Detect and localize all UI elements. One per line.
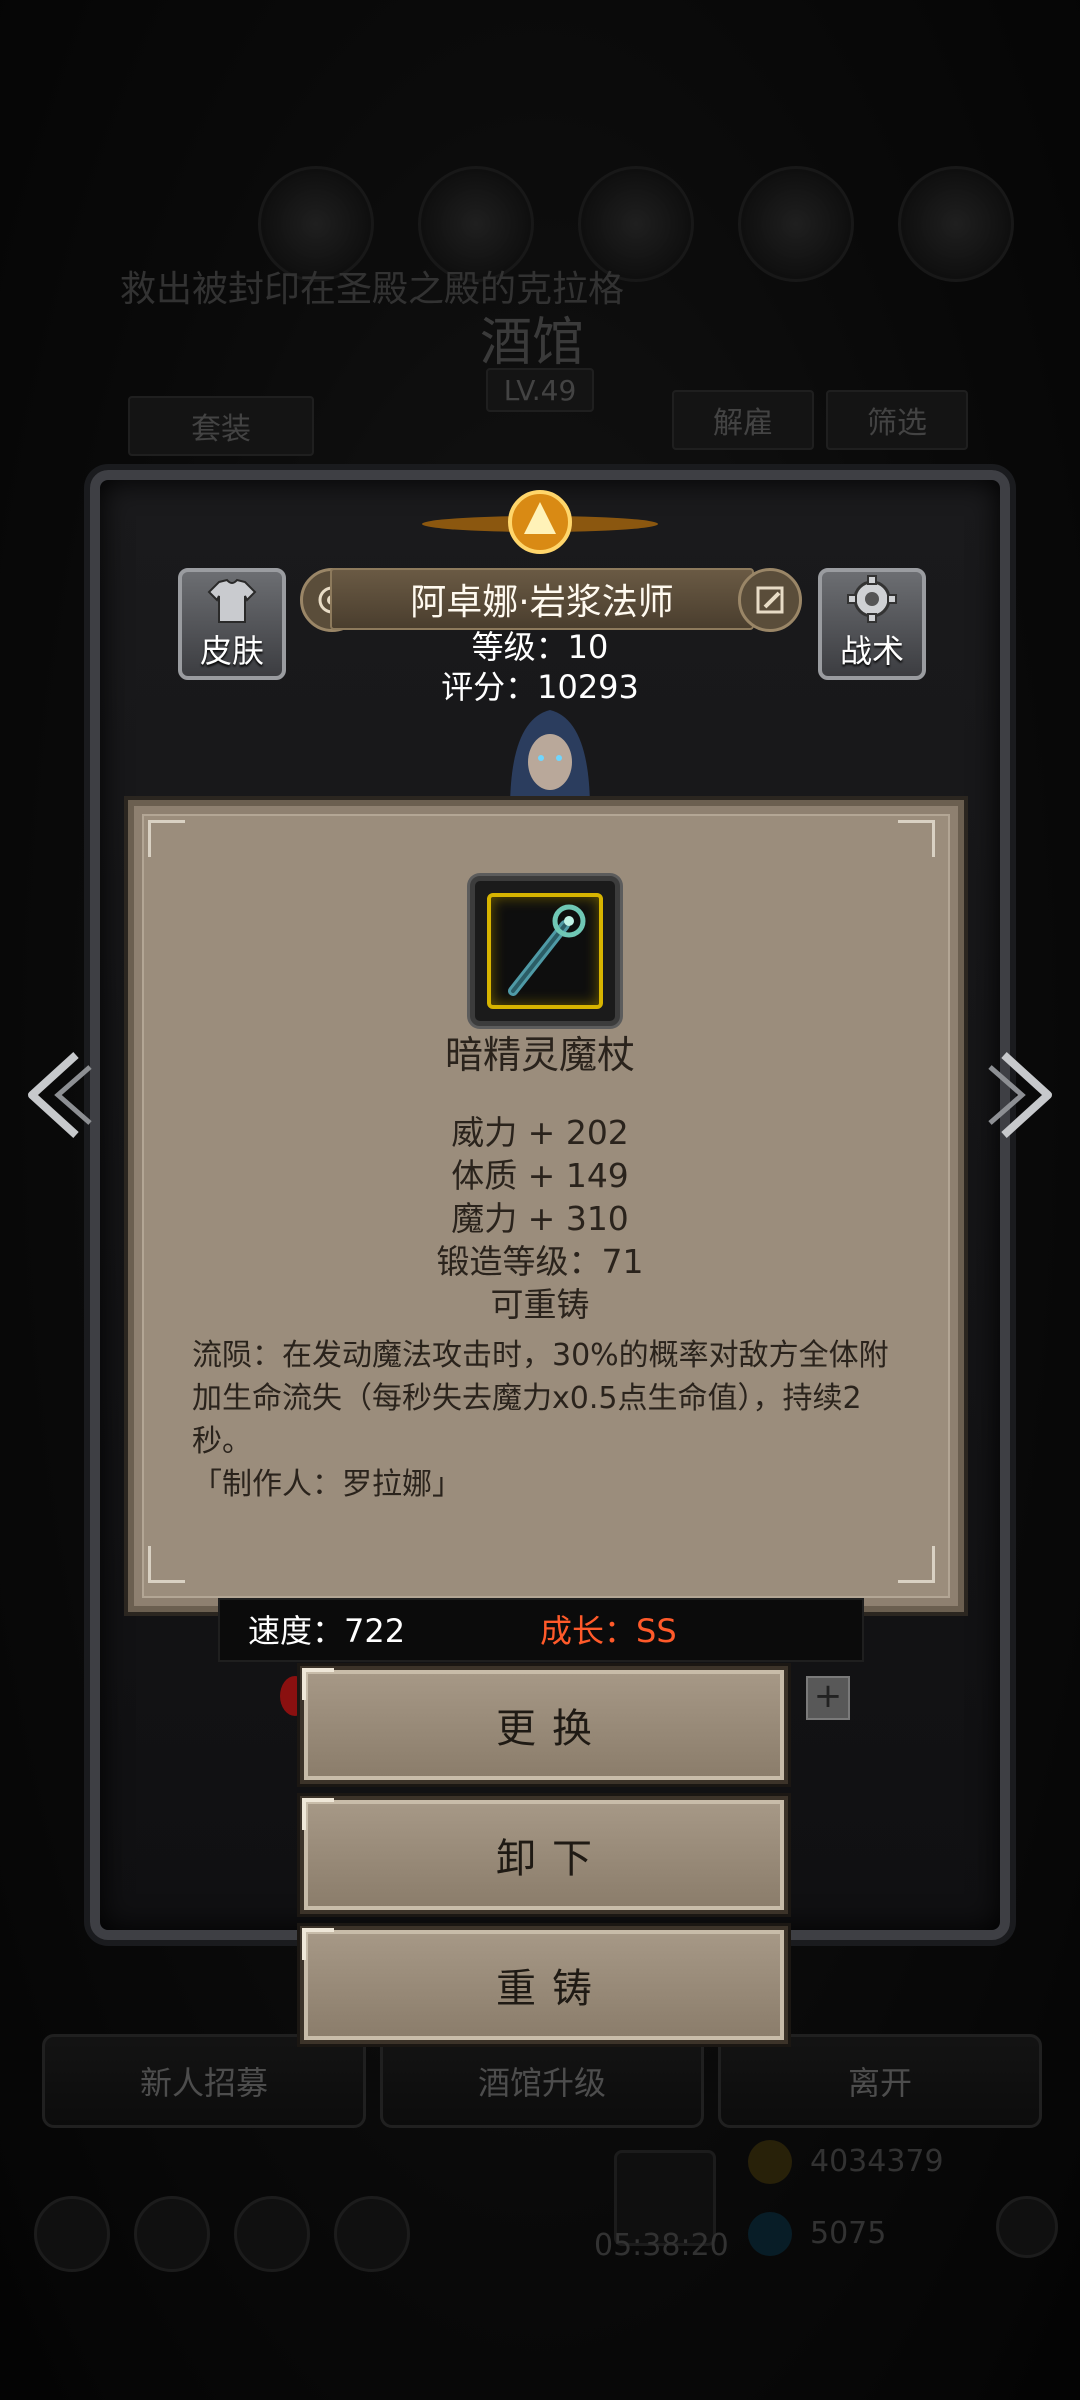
unequip-button-corner xyxy=(302,1798,334,1830)
replace-button-corner xyxy=(302,1668,334,1700)
card-corner-tr xyxy=(898,820,935,857)
stat-constitution: 体质 + 149 xyxy=(451,1156,629,1195)
replace-button[interactable]: 更换 xyxy=(300,1666,788,1784)
gear-icon xyxy=(847,575,897,623)
item-maker-text: 「制作人：罗拉娜」 xyxy=(192,1467,462,1502)
unequip-button[interactable]: 卸下 xyxy=(300,1796,788,1914)
item-effect-text: 流陨：在发动魔法攻击时，30%的概率对敌方全体附加生命流失（每秒失去魔力x0.5… xyxy=(192,1338,889,1459)
item-slot xyxy=(470,876,620,1026)
card-corner-tl xyxy=(148,820,185,857)
item-name: 暗精灵魔杖 xyxy=(444,1033,635,1077)
unequip-button-label: 卸下 xyxy=(496,1836,608,1882)
hero-growth: 成长：SS xyxy=(540,1612,677,1650)
chevron-right-icon[interactable] xyxy=(986,1045,1066,1145)
staff-icon xyxy=(508,904,586,996)
hero-speed: 速度：722 xyxy=(248,1612,406,1650)
item-description: 流陨：在发动魔法攻击时，30%的概率对敌方全体附加生命流失（每秒失去魔力x0.5… xyxy=(192,1334,892,1506)
stat-power: 威力 + 202 xyxy=(451,1113,629,1152)
reforge-button-corner xyxy=(302,1928,334,1960)
hero-portrait xyxy=(510,710,590,810)
card-corner-bl xyxy=(148,1546,185,1583)
stat-forge-level: 锻造等级：71 xyxy=(436,1242,644,1281)
stat-reforgeable: 可重铸 xyxy=(490,1285,590,1324)
replace-button-label: 更换 xyxy=(496,1706,608,1752)
reforge-button-label: 重铸 xyxy=(496,1966,608,2012)
hero-name: 阿卓娜·岩浆法师 xyxy=(410,582,674,623)
chevron-left-icon[interactable] xyxy=(14,1045,94,1145)
sun-emblem-icon xyxy=(422,490,658,554)
shirt-icon xyxy=(207,578,257,623)
plus-icon[interactable]: + xyxy=(806,1676,850,1720)
card-corner-br xyxy=(898,1546,935,1583)
reforge-button[interactable]: 重铸 xyxy=(300,1926,788,2044)
hero-name-plate: 阿卓娜·岩浆法师 xyxy=(330,568,754,630)
stat-magic: 魔力 + 310 xyxy=(451,1199,629,1238)
